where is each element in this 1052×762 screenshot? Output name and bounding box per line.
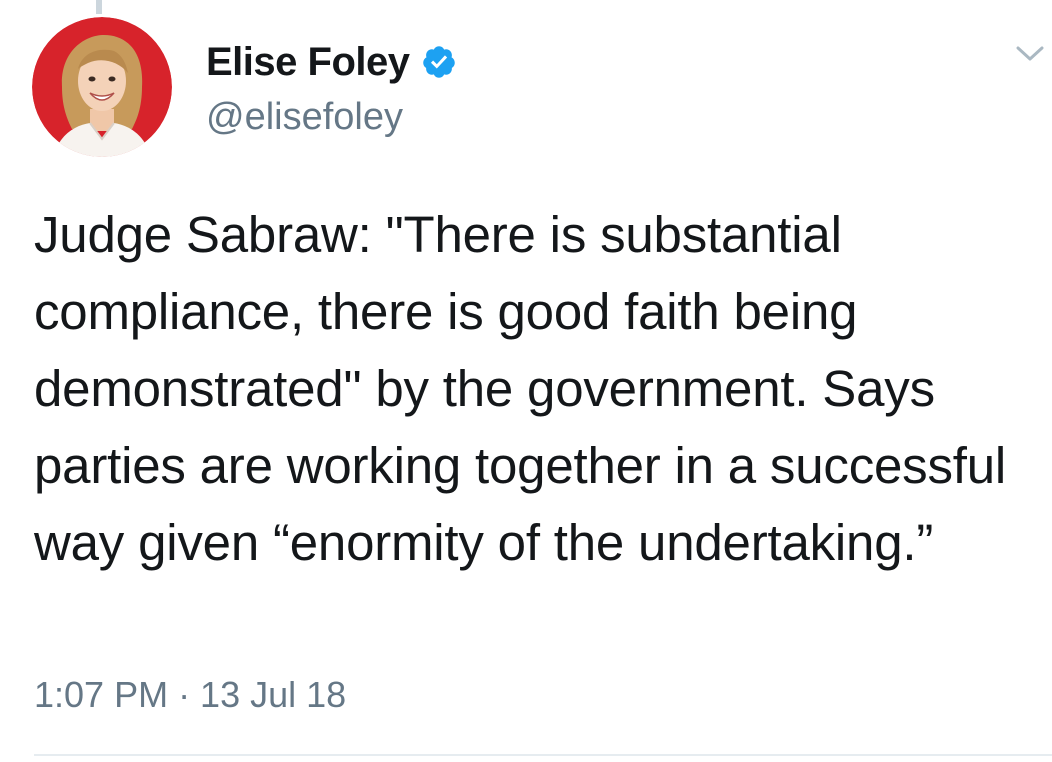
author-handle[interactable]: @elisefoley	[206, 96, 403, 139]
chevron-down-icon[interactable]	[1012, 42, 1048, 66]
avatar[interactable]	[32, 17, 172, 157]
tweet-text: Judge Sabraw: "There is substantial comp…	[34, 206, 1021, 571]
divider	[34, 754, 1052, 756]
thread-connector-line	[96, 0, 102, 14]
author-display-name[interactable]: Elise Foley	[206, 40, 410, 85]
verified-badge-icon	[421, 44, 457, 80]
tweet-card: Elise Foley @elisefoley Judge Sabraw: "T…	[0, 0, 1052, 762]
tweet-timestamp[interactable]: 1:07 PM · 13 Jul 18	[34, 674, 346, 716]
author-name-row[interactable]: Elise Foley	[206, 38, 457, 86]
avatar-image	[32, 17, 172, 157]
